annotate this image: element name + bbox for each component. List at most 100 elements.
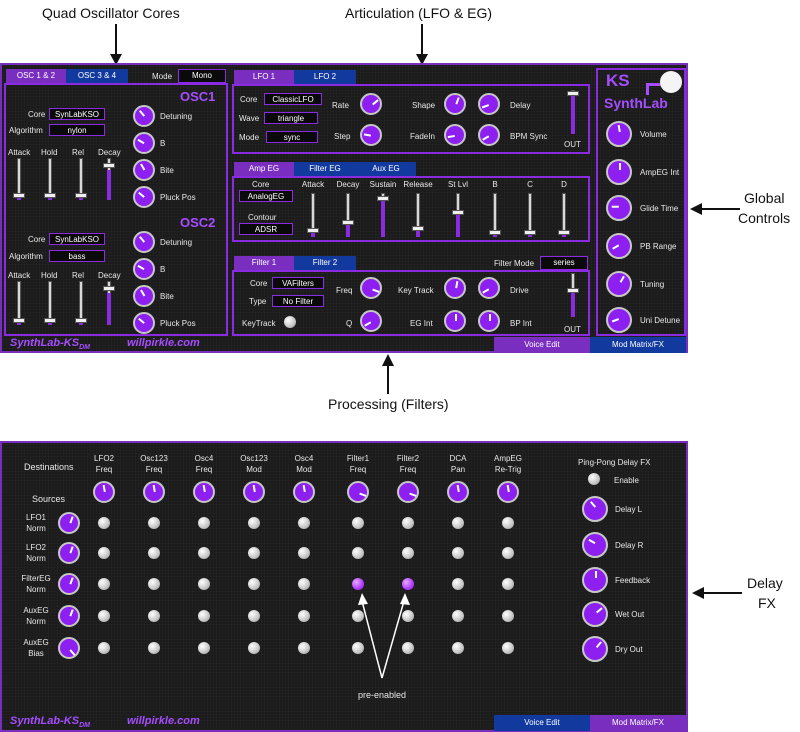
matrix-toggle[interactable] bbox=[198, 578, 210, 590]
matrix-toggle[interactable] bbox=[402, 517, 414, 529]
eg-slider[interactable] bbox=[489, 193, 501, 237]
matrix-toggle[interactable] bbox=[452, 547, 464, 559]
osc1-detuning-knob[interactable] bbox=[133, 105, 155, 127]
lfo-wave-select[interactable]: triangle bbox=[264, 112, 318, 124]
eg-contour-select[interactable]: ADSR bbox=[239, 223, 293, 235]
destination-knob[interactable] bbox=[93, 481, 115, 503]
tab-aux-eg[interactable]: Aux EG bbox=[356, 162, 416, 176]
eg-slider[interactable] bbox=[412, 193, 424, 237]
source-knob[interactable] bbox=[58, 637, 80, 659]
filter-mode-select[interactable]: series bbox=[540, 256, 588, 270]
tab-lfo-1[interactable]: LFO 1 bbox=[234, 70, 294, 84]
filter-type-select[interactable]: No Filter bbox=[272, 295, 324, 307]
filter-keytrack-toggle[interactable] bbox=[284, 316, 296, 328]
destination-knob[interactable] bbox=[143, 481, 165, 503]
matrix-toggle[interactable] bbox=[148, 642, 160, 654]
osc1-attack-slider[interactable] bbox=[13, 158, 25, 200]
osc2-bite-knob[interactable] bbox=[133, 285, 155, 307]
delay-knob[interactable] bbox=[582, 636, 608, 662]
destination-knob[interactable] bbox=[193, 481, 215, 503]
lfo-delay-knob[interactable] bbox=[478, 93, 500, 115]
osc1-rel-slider[interactable] bbox=[75, 158, 87, 200]
lfo-step-knob[interactable] bbox=[360, 124, 382, 146]
destination-knob[interactable] bbox=[447, 481, 469, 503]
eg-core-select[interactable]: AnalogEG bbox=[239, 190, 293, 202]
osc2-hold-slider[interactable] bbox=[44, 281, 56, 325]
tab-filter-1[interactable]: Filter 1 bbox=[234, 256, 294, 270]
matrix-toggle[interactable] bbox=[98, 610, 110, 622]
matrix-toggle[interactable] bbox=[352, 547, 364, 559]
matrix-toggle[interactable] bbox=[402, 578, 414, 590]
osc2-b-knob[interactable] bbox=[133, 258, 155, 280]
osc1-pluck-pos-knob[interactable] bbox=[133, 186, 155, 208]
destination-knob[interactable] bbox=[293, 481, 315, 503]
matrix-toggle[interactable] bbox=[148, 547, 160, 559]
source-knob[interactable] bbox=[58, 605, 80, 627]
global-knob[interactable] bbox=[606, 159, 632, 185]
global-knob[interactable] bbox=[606, 307, 632, 333]
osc2-detuning-knob[interactable] bbox=[133, 231, 155, 253]
delay-knob[interactable] bbox=[582, 567, 608, 593]
filter-eg-int-knob[interactable] bbox=[444, 310, 466, 332]
destination-knob[interactable] bbox=[397, 481, 419, 503]
eg-slider[interactable] bbox=[452, 193, 464, 237]
matrix-toggle[interactable] bbox=[298, 578, 310, 590]
delay-enable-toggle[interactable] bbox=[588, 473, 600, 485]
lfo-fadein-knob[interactable] bbox=[444, 124, 466, 146]
matrix-toggle[interactable] bbox=[452, 642, 464, 654]
matrix-toggle[interactable] bbox=[298, 547, 310, 559]
filter-core-select[interactable]: VAFilters bbox=[272, 277, 324, 289]
matrix-toggle[interactable] bbox=[502, 642, 514, 654]
matrix-toggle[interactable] bbox=[352, 578, 364, 590]
matrix-toggle[interactable] bbox=[502, 610, 514, 622]
matrix-toggle[interactable] bbox=[198, 642, 210, 654]
matrix-toggle[interactable] bbox=[298, 517, 310, 529]
matrix-toggle[interactable] bbox=[402, 547, 414, 559]
matrix-toggle[interactable] bbox=[352, 517, 364, 529]
global-knob[interactable] bbox=[606, 121, 632, 147]
eg-slider[interactable] bbox=[558, 193, 570, 237]
osc1-bite-knob[interactable] bbox=[133, 159, 155, 181]
voice-edit-button[interactable]: Voice Edit bbox=[494, 715, 590, 731]
osc1-algorithm-select[interactable]: nylon bbox=[49, 124, 105, 136]
matrix-toggle[interactable] bbox=[298, 610, 310, 622]
matrix-toggle[interactable] bbox=[452, 517, 464, 529]
tab-amp-eg[interactable]: Amp EG bbox=[234, 162, 294, 176]
matrix-toggle[interactable] bbox=[98, 578, 110, 590]
destination-knob[interactable] bbox=[497, 481, 519, 503]
osc1-core-select[interactable]: SynLabKSO bbox=[49, 108, 105, 120]
global-knob[interactable] bbox=[606, 271, 632, 297]
matrix-toggle[interactable] bbox=[98, 642, 110, 654]
lfo-shape-knob[interactable] bbox=[444, 93, 466, 115]
lfo-out-slider[interactable] bbox=[567, 90, 579, 134]
osc2-algorithm-select[interactable]: bass bbox=[49, 250, 105, 262]
matrix-toggle[interactable] bbox=[248, 642, 260, 654]
osc1-hold-slider[interactable] bbox=[44, 158, 56, 200]
matrix-toggle[interactable] bbox=[148, 610, 160, 622]
matrix-toggle[interactable] bbox=[198, 517, 210, 529]
mod-matrix-button[interactable]: Mod Matrix/FX bbox=[590, 337, 686, 353]
lfo-mode-select[interactable]: sync bbox=[266, 131, 318, 143]
osc1-decay-slider[interactable] bbox=[103, 158, 115, 200]
lfo-core-select[interactable]: ClassicLFO bbox=[264, 93, 322, 105]
delay-knob[interactable] bbox=[582, 601, 608, 627]
filter-key-track-knob[interactable] bbox=[444, 277, 466, 299]
lfo-rate-knob[interactable] bbox=[360, 93, 382, 115]
tab-osc-3-4[interactable]: OSC 3 & 4 bbox=[66, 69, 128, 83]
matrix-toggle[interactable] bbox=[452, 610, 464, 622]
filter-q-knob[interactable] bbox=[360, 310, 382, 332]
osc2-rel-slider[interactable] bbox=[75, 281, 87, 325]
matrix-toggle[interactable] bbox=[248, 578, 260, 590]
matrix-toggle[interactable] bbox=[148, 517, 160, 529]
matrix-toggle[interactable] bbox=[148, 578, 160, 590]
source-knob[interactable] bbox=[58, 542, 80, 564]
matrix-toggle[interactable] bbox=[298, 642, 310, 654]
matrix-toggle[interactable] bbox=[502, 517, 514, 529]
osc2-attack-slider[interactable] bbox=[13, 281, 25, 325]
delay-knob[interactable] bbox=[582, 496, 608, 522]
matrix-toggle[interactable] bbox=[452, 578, 464, 590]
tab-lfo-2[interactable]: LFO 2 bbox=[294, 70, 356, 84]
matrix-toggle[interactable] bbox=[98, 547, 110, 559]
matrix-toggle[interactable] bbox=[248, 547, 260, 559]
destination-knob[interactable] bbox=[347, 481, 369, 503]
